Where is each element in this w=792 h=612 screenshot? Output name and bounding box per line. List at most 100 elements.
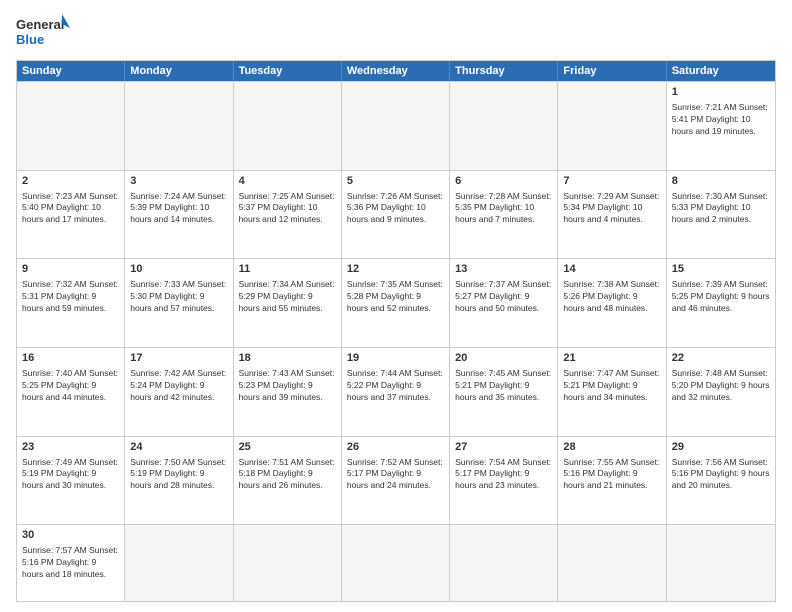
calendar-cell: 15 Sunrise: 7:39 AM Sunset: 5:25 PM Dayli…	[667, 259, 775, 347]
day-number: 16	[22, 351, 119, 366]
calendar: SundayMondayTuesdayWednesdayThursdayFrid…	[16, 60, 776, 602]
svg-text:General: General	[16, 17, 64, 32]
day-number: 13	[455, 262, 552, 277]
calendar-cell: 6 Sunrise: 7:28 AM Sunset: 5:35 PM Daylig…	[450, 171, 558, 259]
calendar-row: 9 Sunrise: 7:32 AM Sunset: 5:31 PM Daylig…	[17, 258, 775, 347]
day-number: 14	[563, 262, 660, 277]
day-number: 1	[672, 85, 770, 100]
calendar-row: 2Sunrise: 7:23 AM Sunset: 5:40 PM Daylig…	[17, 170, 775, 259]
sun-info: Sunrise: 7:51 AM Sunset: 5:18 PM Dayligh…	[239, 457, 336, 493]
day-number: 19	[347, 351, 444, 366]
day-number: 9	[22, 262, 119, 277]
calendar-cell	[17, 82, 125, 170]
calendar-cell: 8 Sunrise: 7:30 AM Sunset: 5:33 PM Daylig…	[667, 171, 775, 259]
calendar-cell: 13Sunrise: 7:37 AM Sunset: 5:27 PM Dayli…	[450, 259, 558, 347]
sun-info: Sunrise: 7:50 AM Sunset: 5:19 PM Dayligh…	[130, 457, 227, 493]
day-number: 17	[130, 351, 227, 366]
day-number: 18	[239, 351, 336, 366]
sun-info: Sunrise: 7:34 AM Sunset: 5:29 PM Dayligh…	[239, 279, 336, 315]
calendar-cell: 21Sunrise: 7:47 AM Sunset: 5:21 PM Dayli…	[558, 348, 666, 436]
calendar-cell: 12 Sunrise: 7:35 AM Sunset: 5:28 PM Dayli…	[342, 259, 450, 347]
sun-info: Sunrise: 7:42 AM Sunset: 5:24 PM Dayligh…	[130, 368, 227, 404]
calendar-cell	[450, 82, 558, 170]
day-number: 4	[239, 174, 336, 189]
calendar-cell	[125, 82, 233, 170]
day-number: 22	[672, 351, 770, 366]
sun-info: Sunrise: 7:24 AM Sunset: 5:39 PM Dayligh…	[130, 191, 227, 227]
cal-header-day: Wednesday	[342, 61, 450, 81]
calendar-cell	[450, 525, 558, 601]
day-number: 24	[130, 440, 227, 455]
sun-info: Sunrise: 7:39 AM Sunset: 5:25 PM Dayligh…	[672, 279, 770, 315]
calendar-cell: 25Sunrise: 7:51 AM Sunset: 5:18 PM Dayli…	[234, 437, 342, 525]
sun-info: Sunrise: 7:40 AM Sunset: 5:25 PM Dayligh…	[22, 368, 119, 404]
calendar-cell	[125, 525, 233, 601]
day-number: 5	[347, 174, 444, 189]
calendar-row: 23 Sunrise: 7:49 AM Sunset: 5:19 PM Dayli…	[17, 436, 775, 525]
calendar-cell: 18 Sunrise: 7:43 AM Sunset: 5:23 PM Dayli…	[234, 348, 342, 436]
cal-header-day: Sunday	[17, 61, 125, 81]
calendar-cell	[558, 525, 666, 601]
sun-info: Sunrise: 7:28 AM Sunset: 5:35 PM Dayligh…	[455, 191, 552, 227]
sun-info: Sunrise: 7:56 AM Sunset: 5:16 PM Dayligh…	[672, 457, 770, 493]
sun-info: Sunrise: 7:55 AM Sunset: 5:16 PM Dayligh…	[563, 457, 660, 493]
sun-info: Sunrise: 7:57 AM Sunset: 5:16 PM Dayligh…	[22, 545, 119, 581]
calendar-cell: 7Sunrise: 7:29 AM Sunset: 5:34 PM Daylig…	[558, 171, 666, 259]
sun-info: Sunrise: 7:23 AM Sunset: 5:40 PM Dayligh…	[22, 191, 119, 227]
day-number: 28	[563, 440, 660, 455]
calendar-cell: 9 Sunrise: 7:32 AM Sunset: 5:31 PM Daylig…	[17, 259, 125, 347]
day-number: 8	[672, 174, 770, 189]
sun-info: Sunrise: 7:32 AM Sunset: 5:31 PM Dayligh…	[22, 279, 119, 315]
day-number: 10	[130, 262, 227, 277]
day-number: 29	[672, 440, 770, 455]
day-number: 27	[455, 440, 552, 455]
day-number: 7	[563, 174, 660, 189]
svg-text:Blue: Blue	[16, 32, 44, 47]
calendar-cell: 27 Sunrise: 7:54 AM Sunset: 5:17 PM Dayli…	[450, 437, 558, 525]
sun-info: Sunrise: 7:48 AM Sunset: 5:20 PM Dayligh…	[672, 368, 770, 404]
calendar-cell: 20 Sunrise: 7:45 AM Sunset: 5:21 PM Dayli…	[450, 348, 558, 436]
calendar-cell: 4 Sunrise: 7:25 AM Sunset: 5:37 PM Daylig…	[234, 171, 342, 259]
cal-header-day: Saturday	[667, 61, 775, 81]
day-number: 15	[672, 262, 770, 277]
calendar-cell: 19 Sunrise: 7:44 AM Sunset: 5:22 PM Dayli…	[342, 348, 450, 436]
day-number: 6	[455, 174, 552, 189]
sun-info: Sunrise: 7:38 AM Sunset: 5:26 PM Dayligh…	[563, 279, 660, 315]
sun-info: Sunrise: 7:45 AM Sunset: 5:21 PM Dayligh…	[455, 368, 552, 404]
sun-info: Sunrise: 7:35 AM Sunset: 5:28 PM Dayligh…	[347, 279, 444, 315]
calendar-cell	[234, 82, 342, 170]
calendar-cell: 16 Sunrise: 7:40 AM Sunset: 5:25 PM Dayli…	[17, 348, 125, 436]
sun-info: Sunrise: 7:26 AM Sunset: 5:36 PM Dayligh…	[347, 191, 444, 227]
calendar-cell: 11 Sunrise: 7:34 AM Sunset: 5:29 PM Dayli…	[234, 259, 342, 347]
day-number: 23	[22, 440, 119, 455]
cal-header-day: Monday	[125, 61, 233, 81]
calendar-cell	[558, 82, 666, 170]
day-number: 11	[239, 262, 336, 277]
sun-info: Sunrise: 7:43 AM Sunset: 5:23 PM Dayligh…	[239, 368, 336, 404]
calendar-header: SundayMondayTuesdayWednesdayThursdayFrid…	[17, 61, 775, 81]
calendar-cell: 1 Sunrise: 7:21 AM Sunset: 5:41 PM Daylig…	[667, 82, 775, 170]
day-number: 20	[455, 351, 552, 366]
sun-info: Sunrise: 7:30 AM Sunset: 5:33 PM Dayligh…	[672, 191, 770, 227]
calendar-row: 30Sunrise: 7:57 AM Sunset: 5:16 PM Dayli…	[17, 524, 775, 601]
sun-info: Sunrise: 7:54 AM Sunset: 5:17 PM Dayligh…	[455, 457, 552, 493]
calendar-row: 16 Sunrise: 7:40 AM Sunset: 5:25 PM Dayli…	[17, 347, 775, 436]
day-number: 3	[130, 174, 227, 189]
cal-header-day: Friday	[558, 61, 666, 81]
sun-info: Sunrise: 7:44 AM Sunset: 5:22 PM Dayligh…	[347, 368, 444, 404]
sun-info: Sunrise: 7:25 AM Sunset: 5:37 PM Dayligh…	[239, 191, 336, 227]
calendar-cell: 23 Sunrise: 7:49 AM Sunset: 5:19 PM Dayli…	[17, 437, 125, 525]
calendar-cell: 30Sunrise: 7:57 AM Sunset: 5:16 PM Dayli…	[17, 525, 125, 601]
logo-svg: General Blue	[16, 12, 71, 52]
calendar-cell: 22 Sunrise: 7:48 AM Sunset: 5:20 PM Dayli…	[667, 348, 775, 436]
sun-info: Sunrise: 7:49 AM Sunset: 5:19 PM Dayligh…	[22, 457, 119, 493]
calendar-cell	[667, 525, 775, 601]
calendar-cell: 24 Sunrise: 7:50 AM Sunset: 5:19 PM Dayli…	[125, 437, 233, 525]
day-number: 12	[347, 262, 444, 277]
calendar-row: 1 Sunrise: 7:21 AM Sunset: 5:41 PM Daylig…	[17, 81, 775, 170]
day-number: 21	[563, 351, 660, 366]
sun-info: Sunrise: 7:21 AM Sunset: 5:41 PM Dayligh…	[672, 102, 770, 138]
day-number: 26	[347, 440, 444, 455]
sun-info: Sunrise: 7:33 AM Sunset: 5:30 PM Dayligh…	[130, 279, 227, 315]
calendar-cell: 3 Sunrise: 7:24 AM Sunset: 5:39 PM Daylig…	[125, 171, 233, 259]
